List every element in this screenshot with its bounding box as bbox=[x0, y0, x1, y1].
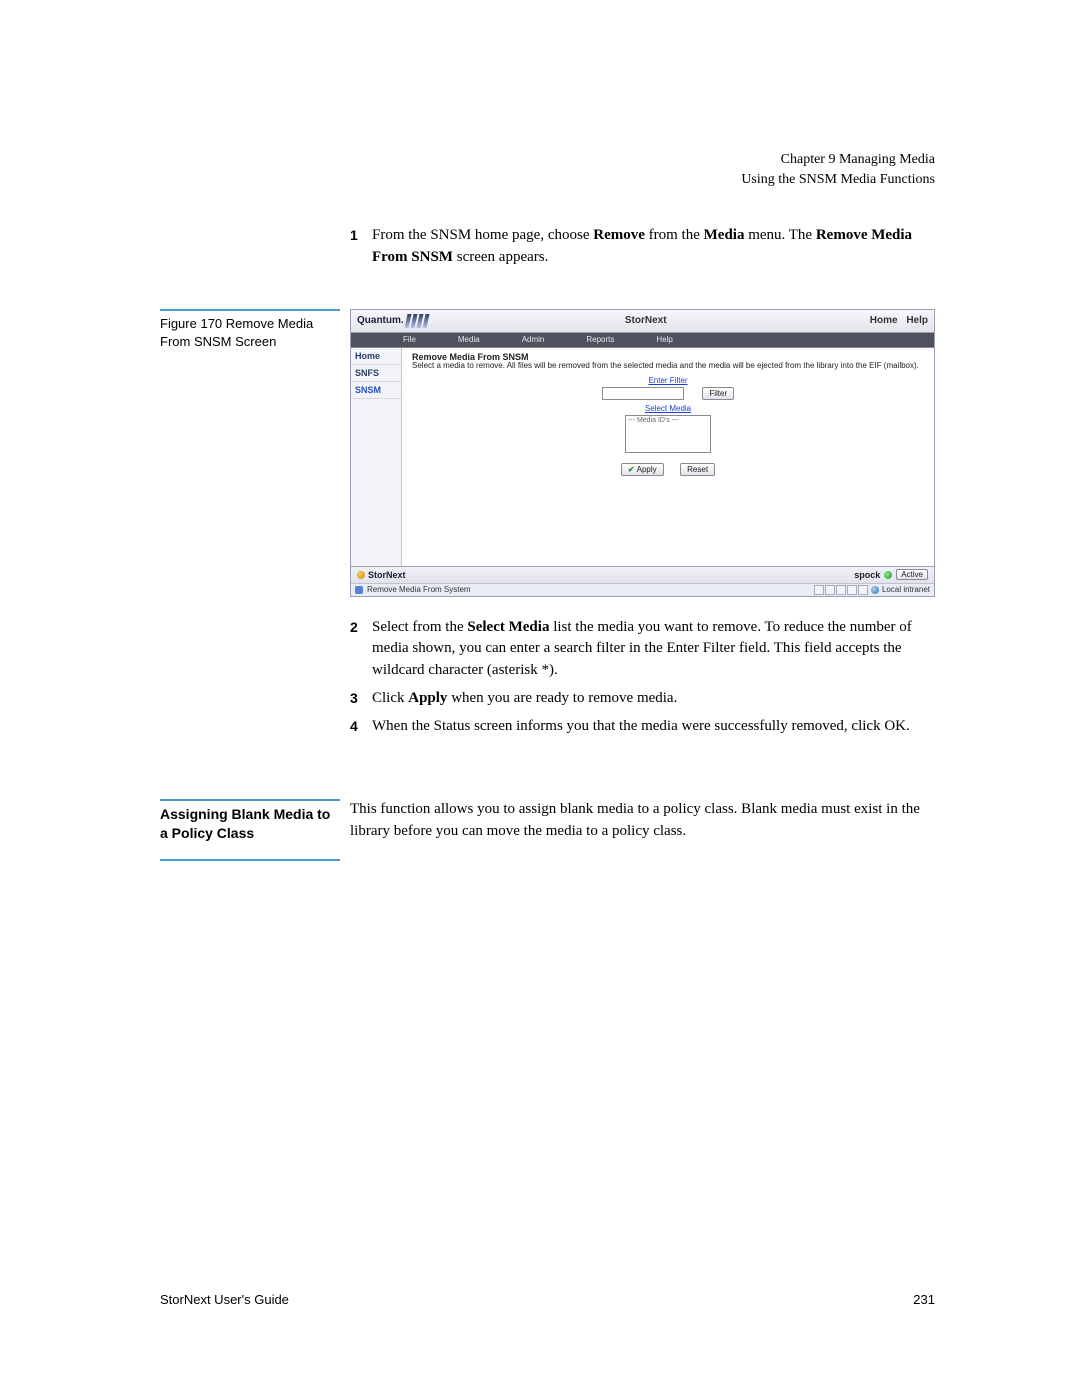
status-orb-icon bbox=[884, 571, 892, 579]
main-panel: Remove Media From SNSM Select a media to… bbox=[402, 348, 934, 566]
chapter-line: Chapter 9 Managing Media bbox=[160, 150, 935, 170]
sidebar-snsm[interactable]: SNSM bbox=[351, 382, 401, 399]
step-text: From the SNSM home page, choose Remove f… bbox=[372, 225, 935, 269]
footer-logo: StorNext bbox=[357, 570, 406, 580]
enter-filter-label: Enter Filter bbox=[593, 376, 743, 385]
home-link[interactable]: Home bbox=[870, 315, 898, 326]
footer-left: StorNext User's Guide bbox=[160, 1292, 289, 1307]
sidebar-snfs[interactable]: SNFS bbox=[351, 365, 401, 382]
ie-status-text: Remove Media From System bbox=[367, 585, 471, 594]
ie-boxes-icon bbox=[814, 585, 868, 595]
media-listbox[interactable]: --- Media ID's --- bbox=[625, 415, 711, 453]
menu-media[interactable]: Media bbox=[458, 335, 480, 344]
help-link[interactable]: Help bbox=[906, 315, 928, 326]
step-3: 3 Click Apply when you are ready to remo… bbox=[350, 688, 935, 710]
app-title: StorNext bbox=[428, 315, 864, 326]
filter-input[interactable] bbox=[602, 387, 684, 400]
app-titlebar: Quantum. StorNext Home Help bbox=[351, 310, 934, 333]
active-button[interactable]: Active bbox=[896, 569, 928, 580]
step-number: 4 bbox=[350, 716, 372, 738]
reset-button[interactable]: Reset bbox=[680, 463, 715, 476]
menu-file[interactable]: File bbox=[403, 335, 416, 344]
page-header: Chapter 9 Managing Media Using the SNSM … bbox=[160, 150, 935, 189]
step-1: 1 From the SNSM home page, choose Remove… bbox=[350, 225, 935, 269]
step-text: Click Apply when you are ready to remove… bbox=[372, 688, 935, 710]
menu-reports[interactable]: Reports bbox=[586, 335, 614, 344]
menu-bar: File Media Admin Reports Help bbox=[351, 333, 934, 348]
apply-button[interactable]: ✔Apply bbox=[621, 463, 664, 476]
embedded-screenshot: Quantum. StorNext Home Help File Media A… bbox=[350, 309, 935, 597]
step-number: 1 bbox=[350, 225, 372, 269]
check-icon: ✔ bbox=[628, 465, 635, 474]
step-text: When the Status screen informs you that … bbox=[372, 716, 935, 738]
brand-graphic bbox=[406, 314, 428, 328]
step-4: 4 When the Status screen informs you tha… bbox=[350, 716, 935, 738]
app-footer: StorNext spock Active bbox=[351, 566, 934, 583]
globe-icon bbox=[871, 586, 879, 594]
brand-logo: Quantum. bbox=[357, 315, 404, 326]
footer-host: spock bbox=[854, 570, 880, 580]
step-number: 3 bbox=[350, 688, 372, 710]
sidebar-home[interactable]: Home bbox=[351, 348, 401, 365]
document-page: Chapter 9 Managing Media Using the SNSM … bbox=[0, 0, 1080, 1397]
ie-zone-text: Local intranet bbox=[882, 585, 930, 594]
page-footer: StorNext User's Guide 231 bbox=[160, 1292, 935, 1307]
browser-statusbar: Remove Media From System Local intranet bbox=[351, 583, 934, 596]
menu-admin[interactable]: Admin bbox=[522, 335, 545, 344]
step-number: 2 bbox=[350, 617, 372, 682]
ie-page-icon bbox=[355, 586, 363, 594]
footer-page-number: 231 bbox=[913, 1292, 935, 1307]
sidebar: Home SNFS SNSM bbox=[351, 348, 402, 566]
step-2: 2 Select from the Select Media list the … bbox=[350, 617, 935, 682]
figure-caption: Figure 170 Remove Media From SNSM Screen bbox=[160, 309, 340, 351]
step-text: Select from the Select Media list the me… bbox=[372, 617, 935, 682]
orb-icon bbox=[357, 571, 365, 579]
section-line: Using the SNSM Media Functions bbox=[160, 170, 935, 190]
top-links: Home Help bbox=[864, 315, 928, 326]
menu-help[interactable]: Help bbox=[656, 335, 672, 344]
section-body: This function allows you to assign blank… bbox=[350, 799, 935, 843]
panel-description: Select a media to remove. All files will… bbox=[412, 362, 924, 371]
section-heading: Assigning Blank Media to a Policy Class bbox=[160, 799, 340, 861]
filter-button[interactable]: Filter bbox=[702, 387, 734, 400]
select-media-label: Select Media bbox=[593, 404, 743, 413]
